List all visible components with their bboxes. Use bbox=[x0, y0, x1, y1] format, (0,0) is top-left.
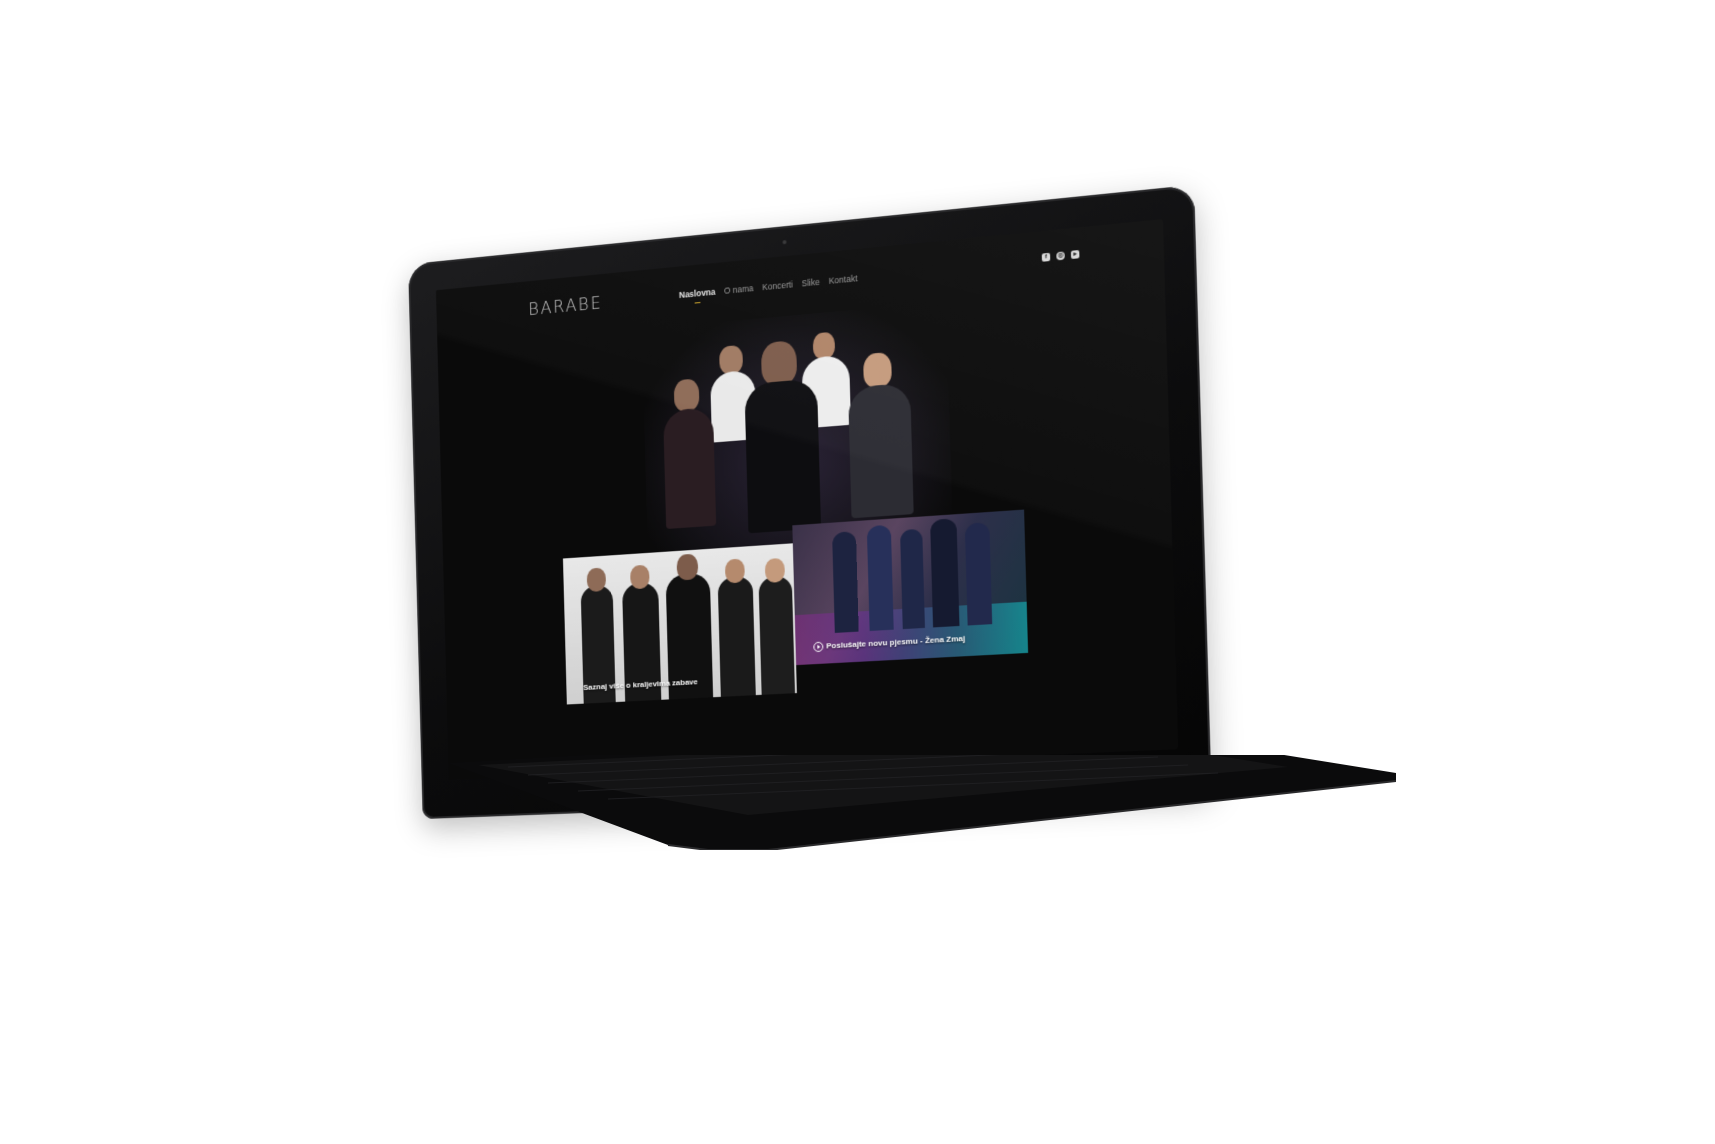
keyboard-deck bbox=[448, 755, 1396, 850]
site-logo[interactable]: BARABE bbox=[528, 294, 603, 320]
laptop-screen: BARABE Naslovna O nama Koncerti Slike Ko… bbox=[435, 219, 1179, 780]
laptop-base bbox=[448, 755, 1396, 850]
song-title[interactable]: Žena Zmaj bbox=[925, 634, 965, 645]
social-links: f ◎ ▸ bbox=[1041, 250, 1080, 262]
mockup-stage: BARABE Naslovna O nama Koncerti Slike Ko… bbox=[0, 0, 1715, 1144]
nav-item-naslovna[interactable]: Naslovna bbox=[679, 287, 716, 300]
nav-item-slike[interactable]: Slike bbox=[802, 277, 820, 289]
play-icon[interactable] bbox=[813, 641, 824, 653]
facebook-icon[interactable]: f bbox=[1041, 252, 1051, 262]
youtube-icon[interactable]: ▸ bbox=[1070, 250, 1080, 260]
card-about-band[interactable]: Saznaj više o kraljevima zabave bbox=[562, 543, 797, 705]
nav-item-o-nama[interactable]: O nama bbox=[724, 283, 754, 296]
nav-item-koncerti[interactable]: Koncerti bbox=[762, 279, 793, 292]
instagram-icon[interactable]: ◎ bbox=[1056, 251, 1065, 261]
card-new-song[interactable]: Poslušajte novu pjesmu - Žena Zmaj bbox=[792, 509, 1029, 666]
feature-cards: Saznaj više o kraljevima zabave Poslušaj… bbox=[562, 509, 1038, 705]
webcam bbox=[782, 239, 787, 245]
main-menu: Naslovna O nama Koncerti Slike Kontakt bbox=[679, 273, 858, 300]
laptop-lid: BARABE Naslovna O nama Koncerti Slike Ko… bbox=[408, 184, 1212, 820]
nav-item-kontakt[interactable]: Kontakt bbox=[829, 273, 858, 286]
